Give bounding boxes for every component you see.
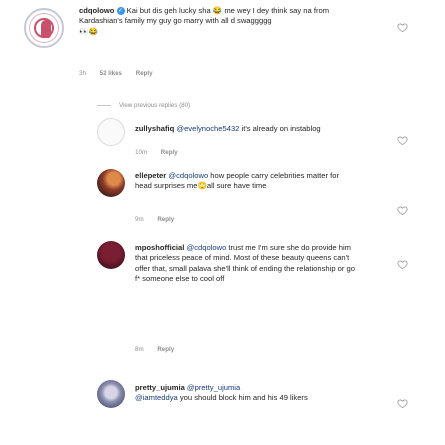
divider [97, 105, 111, 106]
avatar[interactable] [97, 118, 125, 146]
view-previous-replies[interactable]: View previous replies (80) [97, 102, 190, 109]
reply-button[interactable]: Reply [136, 70, 153, 77]
reply-text: zullyshafiq @evelynoche5432 it's already… [135, 124, 321, 133]
reply-button[interactable]: Reply [157, 346, 174, 353]
reply-text: pretty_ujumia @pretty_ujumia @iamteddya … [135, 383, 308, 403]
verified-badge-icon: ✓ [116, 7, 125, 15]
reply-text: mposhofficial @cdqolowo trust me I'm sur… [135, 243, 355, 284]
heart-icon[interactable] [397, 135, 408, 146]
reply-text: ellepeter @cdqolowo how people carry cel… [135, 171, 340, 191]
comment-likes[interactable]: 52 likes [100, 70, 122, 77]
avatar[interactable] [97, 241, 125, 269]
reply-meta: 8m Reply [135, 346, 175, 353]
comment-time: 3h [79, 70, 86, 77]
reply-meta: 10m Reply [135, 149, 178, 156]
avatar[interactable] [97, 380, 125, 408]
heart-icon[interactable] [397, 259, 408, 270]
reply-button[interactable]: Reply [161, 149, 178, 156]
heart-icon[interactable] [397, 205, 408, 216]
emoji-line: 👀😂 [79, 26, 98, 36]
heart-icon[interactable] [397, 22, 408, 33]
comment-username[interactable]: cdqolowo [79, 6, 114, 15]
avatar[interactable] [24, 8, 64, 48]
reply-button[interactable]: Reply [157, 216, 174, 223]
comment-text: cdqolowo ✓ Kai but dis geh lucky sha 😂 m… [79, 6, 330, 36]
heart-icon[interactable] [397, 398, 408, 409]
avatar[interactable] [97, 169, 125, 197]
reply-meta: 9m Reply [135, 216, 175, 223]
comment-meta: 3h 52 likes Reply [79, 70, 165, 77]
